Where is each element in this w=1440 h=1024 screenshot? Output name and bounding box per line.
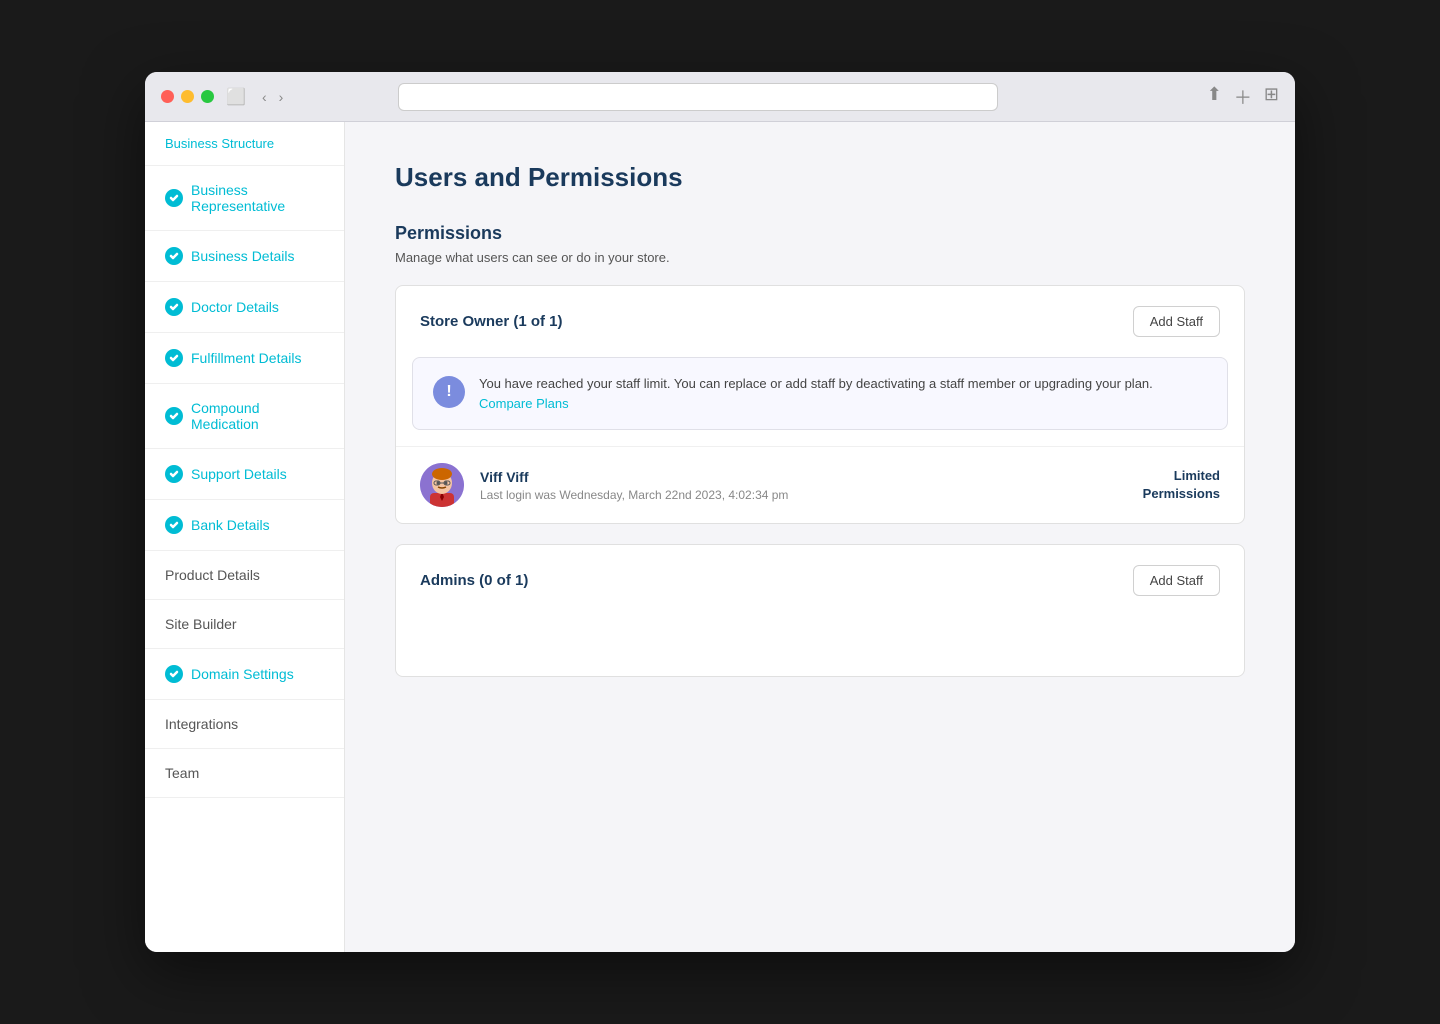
sidebar-item-label-team: Team bbox=[165, 765, 199, 781]
sidebar-item-label-business-representative: Business Representative bbox=[191, 182, 324, 214]
check-icon-doctor-details bbox=[165, 298, 183, 316]
check-icon-fulfillment-details bbox=[165, 349, 183, 367]
sidebar-item-bank-details[interactable]: Bank Details bbox=[145, 500, 344, 551]
sidebar-top-item[interactable]: Business Structure bbox=[145, 122, 344, 166]
staff-last-login: Last login was Wednesday, March 22nd 202… bbox=[480, 488, 1127, 502]
share-icon[interactable]: ⬆ bbox=[1207, 84, 1222, 110]
sidebar-item-business-details[interactable]: Business Details bbox=[145, 231, 344, 282]
traffic-lights bbox=[161, 90, 214, 103]
sidebar-item-team[interactable]: Team bbox=[145, 749, 344, 798]
sidebar-item-business-representative[interactable]: Business Representative bbox=[145, 166, 344, 231]
check-icon-business-details bbox=[165, 247, 183, 265]
permissions-label: LimitedPermissions bbox=[1143, 467, 1220, 503]
alert-message: You have reached your staff limit. You c… bbox=[479, 376, 1153, 391]
admins-title: Admins (0 of 1) bbox=[420, 572, 528, 589]
sidebar-item-site-builder[interactable]: Site Builder bbox=[145, 600, 344, 649]
sidebar-item-domain-settings[interactable]: Domain Settings bbox=[145, 649, 344, 700]
browser-actions: ⬆ ＋ ⊞ bbox=[1207, 84, 1279, 110]
sidebar-item-label-business-details: Business Details bbox=[191, 248, 295, 264]
check-icon-domain-settings bbox=[165, 665, 183, 683]
browser-chrome: ⬜ ‹ › ⬆ ＋ ⊞ bbox=[145, 72, 1295, 122]
admins-card: Admins (0 of 1) Add Staff bbox=[395, 544, 1245, 677]
sidebar-item-compound-medication[interactable]: Compound Medication bbox=[145, 384, 344, 449]
back-button[interactable]: ‹ bbox=[258, 87, 271, 107]
alert-text-content: You have reached your staff limit. You c… bbox=[479, 374, 1207, 413]
sidebar-item-label-bank-details: Bank Details bbox=[191, 517, 270, 533]
staff-name: Viff Viff bbox=[480, 469, 1127, 485]
avatar bbox=[420, 463, 464, 507]
sidebar-item-label-compound-medication: Compound Medication bbox=[191, 400, 324, 432]
browser-window: ⬜ ‹ › ⬆ ＋ ⊞ Business Structure Business … bbox=[145, 72, 1295, 952]
app-body: Business Structure Business Representati… bbox=[145, 122, 1295, 952]
sidebar-item-support-details[interactable]: Support Details bbox=[145, 449, 344, 500]
staff-info: Viff Viff Last login was Wednesday, Marc… bbox=[480, 469, 1127, 502]
sidebar-item-product-details[interactable]: Product Details bbox=[145, 551, 344, 600]
nav-arrows: ‹ › bbox=[258, 87, 287, 107]
sidebar: Business Structure Business Representati… bbox=[145, 122, 345, 952]
page-title: Users and Permissions bbox=[395, 162, 1245, 193]
staff-permissions: LimitedPermissions bbox=[1143, 467, 1220, 503]
sidebar-item-fulfillment-details[interactable]: Fulfillment Details bbox=[145, 333, 344, 384]
add-staff-button-owner[interactable]: Add Staff bbox=[1133, 306, 1220, 337]
sidebar-item-label-doctor-details: Doctor Details bbox=[191, 299, 279, 315]
forward-button[interactable]: › bbox=[275, 87, 288, 107]
check-icon-bank-details bbox=[165, 516, 183, 534]
traffic-light-red[interactable] bbox=[161, 90, 174, 103]
main-content: Users and Permissions Permissions Manage… bbox=[345, 122, 1295, 952]
sidebar-item-label-integrations: Integrations bbox=[165, 716, 238, 732]
alert-icon: ! bbox=[433, 376, 465, 408]
check-icon-support-details bbox=[165, 465, 183, 483]
add-staff-button-admins[interactable]: Add Staff bbox=[1133, 565, 1220, 596]
section-title: Permissions bbox=[395, 223, 1245, 244]
check-icon-business-representative bbox=[165, 189, 183, 207]
section-subtitle: Manage what users can see or do in your … bbox=[395, 250, 1245, 265]
new-tab-icon[interactable]: ＋ bbox=[1234, 84, 1252, 110]
sidebar-item-label-site-builder: Site Builder bbox=[165, 616, 237, 632]
admins-header: Admins (0 of 1) Add Staff bbox=[396, 545, 1244, 616]
staff-limit-alert: ! You have reached your staff limit. You… bbox=[412, 357, 1228, 430]
store-owner-title: Store Owner (1 of 1) bbox=[420, 313, 563, 330]
traffic-light-green[interactable] bbox=[201, 90, 214, 103]
window-icon: ⬜ bbox=[226, 87, 246, 107]
sidebar-item-label-domain-settings: Domain Settings bbox=[191, 666, 294, 682]
staff-row: Viff Viff Last login was Wednesday, Marc… bbox=[396, 446, 1244, 523]
store-owner-header: Store Owner (1 of 1) Add Staff bbox=[396, 286, 1244, 357]
store-owner-card: Store Owner (1 of 1) Add Staff ! You hav… bbox=[395, 285, 1245, 524]
compare-plans-link[interactable]: Compare Plans bbox=[479, 396, 569, 411]
traffic-light-yellow[interactable] bbox=[181, 90, 194, 103]
sidebar-item-label-support-details: Support Details bbox=[191, 466, 287, 482]
check-icon-compound-medication bbox=[165, 407, 183, 425]
sidebar-item-integrations[interactable]: Integrations bbox=[145, 700, 344, 749]
sidebar-item-doctor-details[interactable]: Doctor Details bbox=[145, 282, 344, 333]
sidebar-item-label-product-details: Product Details bbox=[165, 567, 260, 583]
address-bar[interactable] bbox=[398, 83, 998, 111]
sidebar-item-label-fulfillment-details: Fulfillment Details bbox=[191, 350, 301, 366]
grid-icon[interactable]: ⊞ bbox=[1264, 84, 1279, 110]
